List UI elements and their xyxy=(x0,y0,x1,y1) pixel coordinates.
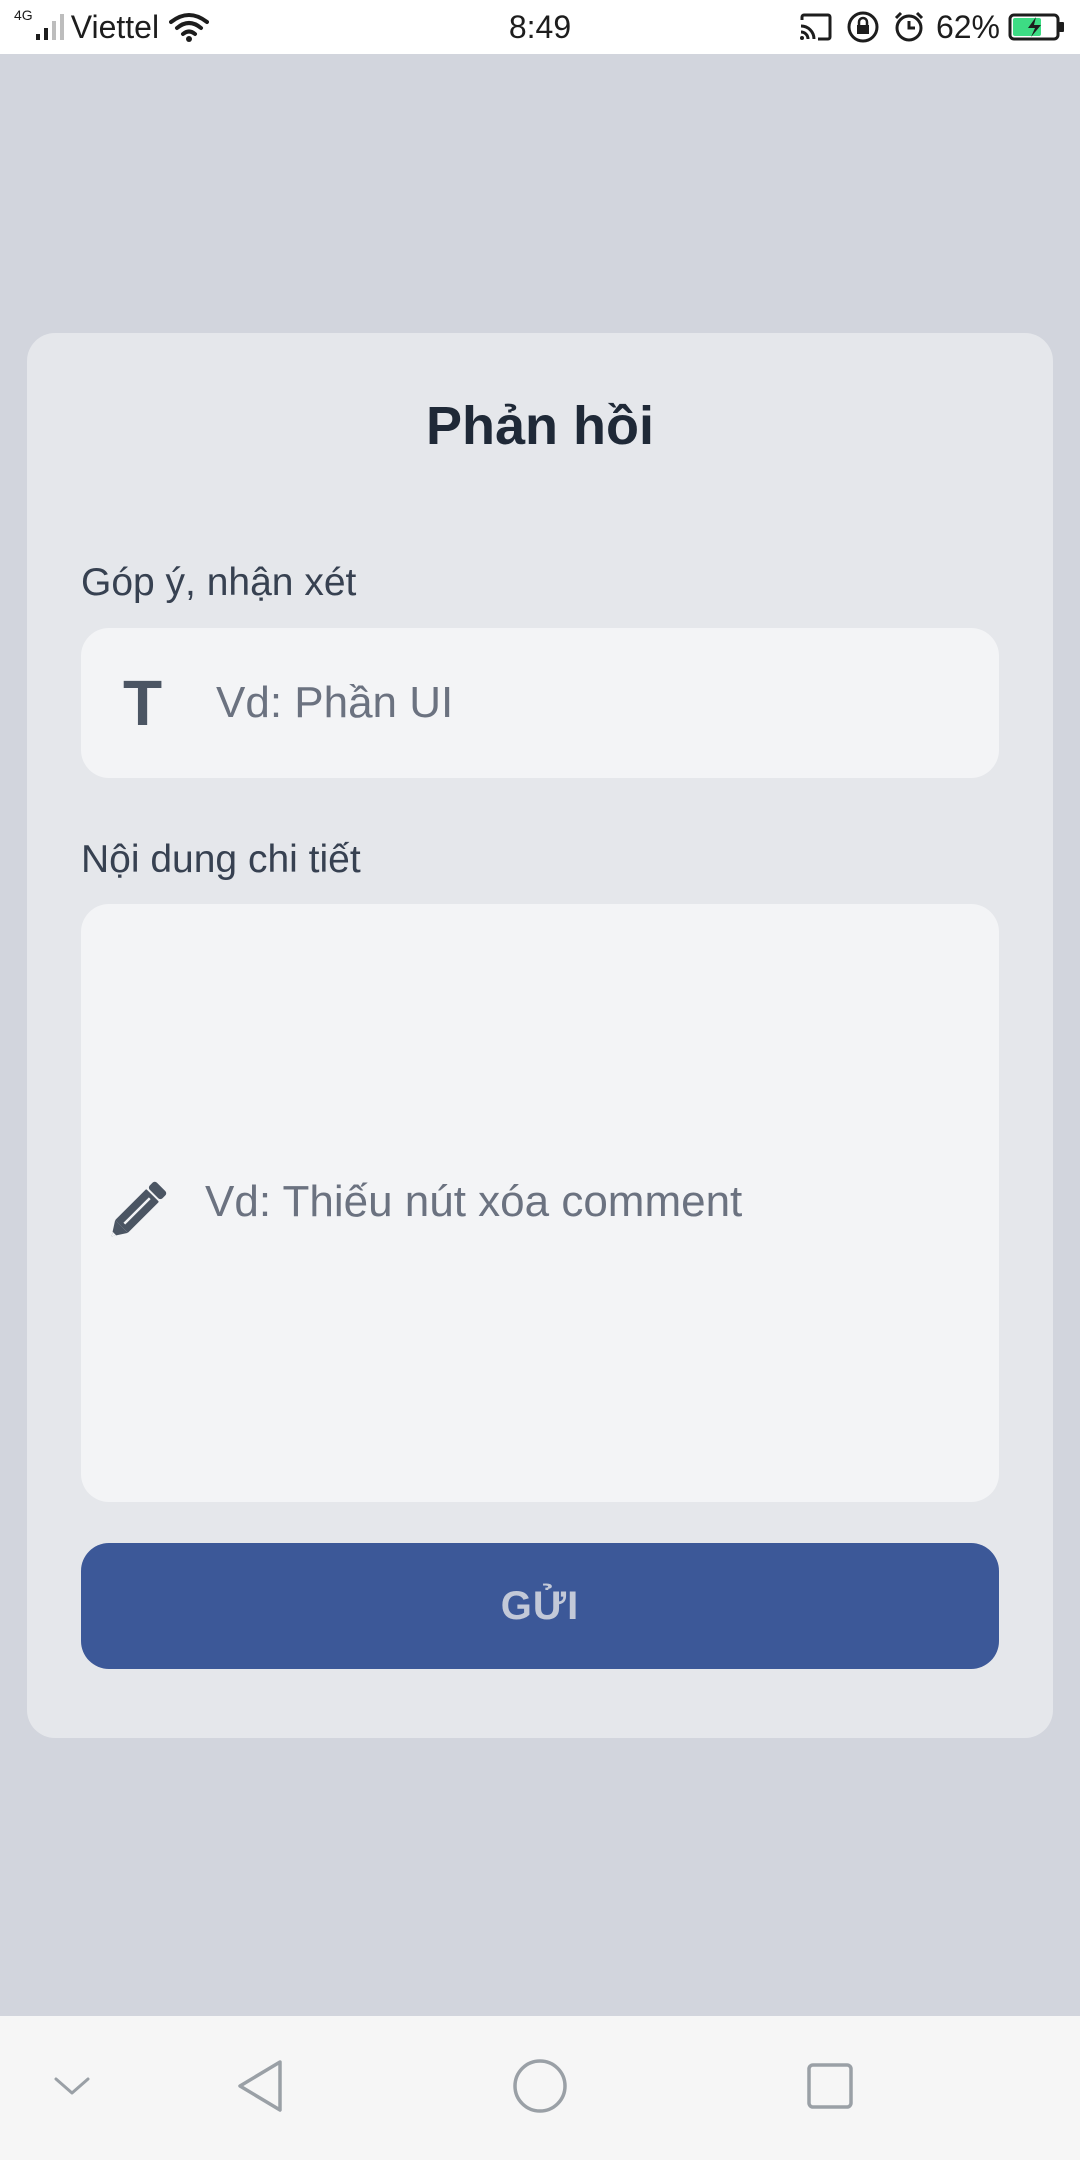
detail-input-container xyxy=(81,904,999,1502)
navigation-bar xyxy=(0,2016,1080,2160)
status-bar: 4G Viettel 8:49 62% xyxy=(0,0,1080,54)
detail-field-label: Nội dung chi tiết xyxy=(81,838,361,881)
status-bar-left: 4G Viettel xyxy=(14,0,210,54)
feedback-input[interactable] xyxy=(81,628,999,778)
recent-apps-button[interactable] xyxy=(780,2016,880,2160)
rotation-lock-icon xyxy=(846,10,880,44)
feedback-field-label: Góp ý, nhận xét xyxy=(81,561,357,604)
wifi-icon xyxy=(169,12,210,42)
detail-textarea[interactable] xyxy=(81,904,999,1502)
back-button[interactable] xyxy=(210,2016,310,2160)
feedback-input-container: T xyxy=(81,628,999,778)
clock: 8:49 xyxy=(508,8,572,45)
submit-button[interactable]: GỬI xyxy=(81,1543,999,1669)
collapse-nav-button[interactable] xyxy=(30,2016,114,2160)
recent-apps-icon xyxy=(805,2061,855,2116)
signal-icon xyxy=(35,12,65,42)
alarm-icon xyxy=(892,10,926,44)
page-title: Phản hồi xyxy=(426,396,654,456)
back-icon xyxy=(234,2058,286,2119)
collapse-icon xyxy=(52,2074,92,2103)
carrier-name: Viettel xyxy=(70,8,160,45)
status-bar-right: 62% xyxy=(786,0,1066,54)
home-button[interactable] xyxy=(490,2016,590,2160)
feedback-card: Phản hồi Góp ý, nhận xét T Nội dung chi … xyxy=(27,333,1053,1738)
network-type: 4G xyxy=(14,7,33,23)
battery-percentage: 62% xyxy=(935,8,1000,45)
battery-charging-icon xyxy=(1008,12,1066,42)
cast-icon xyxy=(798,12,834,42)
home-icon xyxy=(511,2057,569,2120)
